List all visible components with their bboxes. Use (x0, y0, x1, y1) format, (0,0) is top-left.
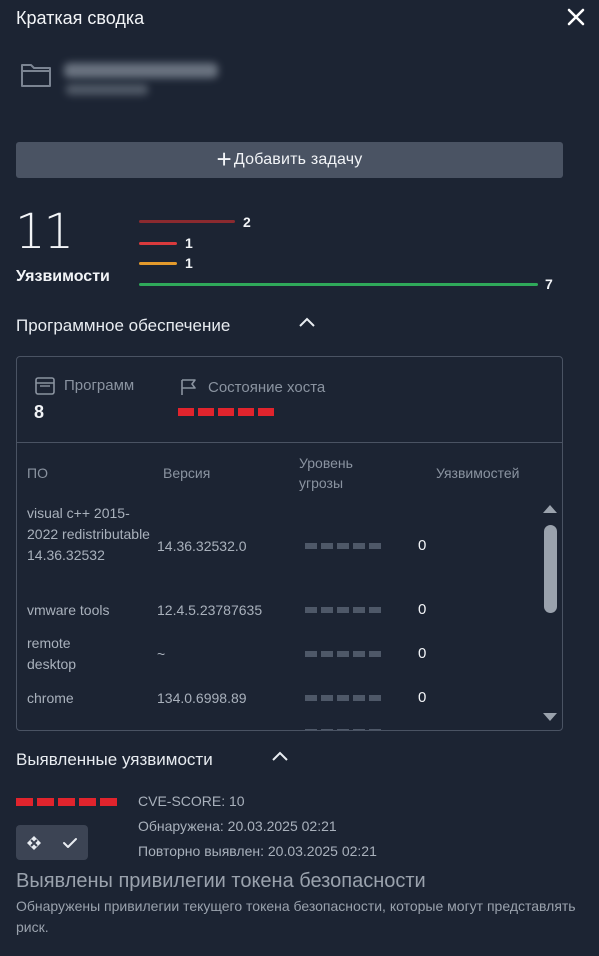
severity-bar-high (139, 242, 177, 245)
threat-level-indicator (305, 729, 381, 730)
host-state-indicator (178, 408, 274, 416)
software-section-title: Программное обеспечение (16, 316, 231, 335)
threat-level-indicator (305, 543, 381, 549)
check-icon (63, 837, 77, 848)
severity-bar-critical (139, 220, 235, 223)
confirm-button[interactable] (52, 825, 88, 860)
software-vulns: 0 (418, 601, 427, 618)
vulnerability-description: Обнаружены привилегии текущего токена бе… (16, 898, 576, 935)
column-header-version: Версия (163, 465, 211, 481)
scroll-up-arrow[interactable] (543, 505, 557, 513)
host-state-label: Состояние хоста (208, 379, 326, 396)
software-version: 14.36.32532.0 (157, 538, 247, 554)
window-icon (35, 377, 55, 395)
severity-count-critical: 2 (243, 214, 251, 230)
vuln-action-group (16, 825, 88, 860)
scrollbar-thumb[interactable] (544, 525, 557, 613)
software-vulns: 0 (418, 645, 427, 662)
software-version: 12.4.5.23787635 (157, 602, 263, 618)
found-vulns-section-title: Выявленные уязвимости (16, 750, 213, 769)
software-vulns: 0 (418, 689, 427, 706)
software-name: chrome (27, 690, 74, 706)
software-panel: Программ 8 Состояние хоста ПО Версия Уро… (16, 356, 563, 731)
add-task-button[interactable]: + Добавить задачу (16, 142, 563, 178)
software-version: 134.0.6998.89 (157, 690, 247, 706)
plus-icon: + (216, 144, 232, 174)
vulnerability-title: Выявлены привилегии токена безопасности (16, 870, 426, 892)
software-name: remote desktop (27, 635, 77, 672)
software-version: ~ (157, 646, 166, 662)
severity-count-high: 1 (185, 235, 193, 251)
column-header-vulns: Уязвимостей (436, 465, 520, 481)
detected-date: Обнаружена: 20.03.2025 02:21 (138, 818, 337, 834)
cve-score: CVE-SCORE: 10 (138, 793, 245, 809)
software-vulns: 0 (418, 537, 427, 554)
host-subtitle-blurred (66, 84, 148, 95)
folder-icon (21, 64, 51, 87)
panel-title: Краткая сводка (16, 8, 145, 28)
severity-bar-low (139, 283, 538, 286)
threat-level-indicator (305, 607, 381, 613)
column-header-threat: Уровень угрозы (299, 455, 353, 491)
software-name: vmware tools (27, 602, 110, 618)
severity-count-medium: 1 (185, 255, 193, 271)
software-name: visual c++ 2015-2022 redistributable 14.… (27, 505, 150, 563)
threat-level-indicator (305, 651, 381, 657)
programs-count: 8 (34, 402, 45, 422)
host-name-blurred (64, 63, 218, 78)
scroll-down-arrow[interactable] (543, 713, 557, 721)
add-task-label: Добавить задачу (233, 151, 363, 168)
software-stats: Программ 8 Состояние хоста (17, 357, 562, 443)
chevron-up-icon[interactable] (271, 750, 289, 762)
redetected-date: Повторно выявлен: 20.03.2025 02:21 (138, 843, 377, 859)
chevron-up-icon[interactable] (298, 316, 316, 328)
cross-badge-icon (27, 835, 41, 850)
vulnerabilities-label: Уязвимости (16, 268, 110, 285)
flag-icon (181, 379, 196, 395)
severity-bar-medium (139, 262, 177, 265)
programs-label: Программ (64, 377, 135, 394)
close-icon[interactable] (566, 7, 586, 27)
dismiss-button[interactable] (16, 825, 52, 860)
severity-count-low: 7 (545, 276, 553, 292)
vuln-severity-indicator (16, 798, 117, 806)
column-header-name: ПО (27, 465, 48, 481)
vulnerabilities-total: 11 (15, 204, 74, 260)
threat-level-indicator (305, 695, 381, 701)
